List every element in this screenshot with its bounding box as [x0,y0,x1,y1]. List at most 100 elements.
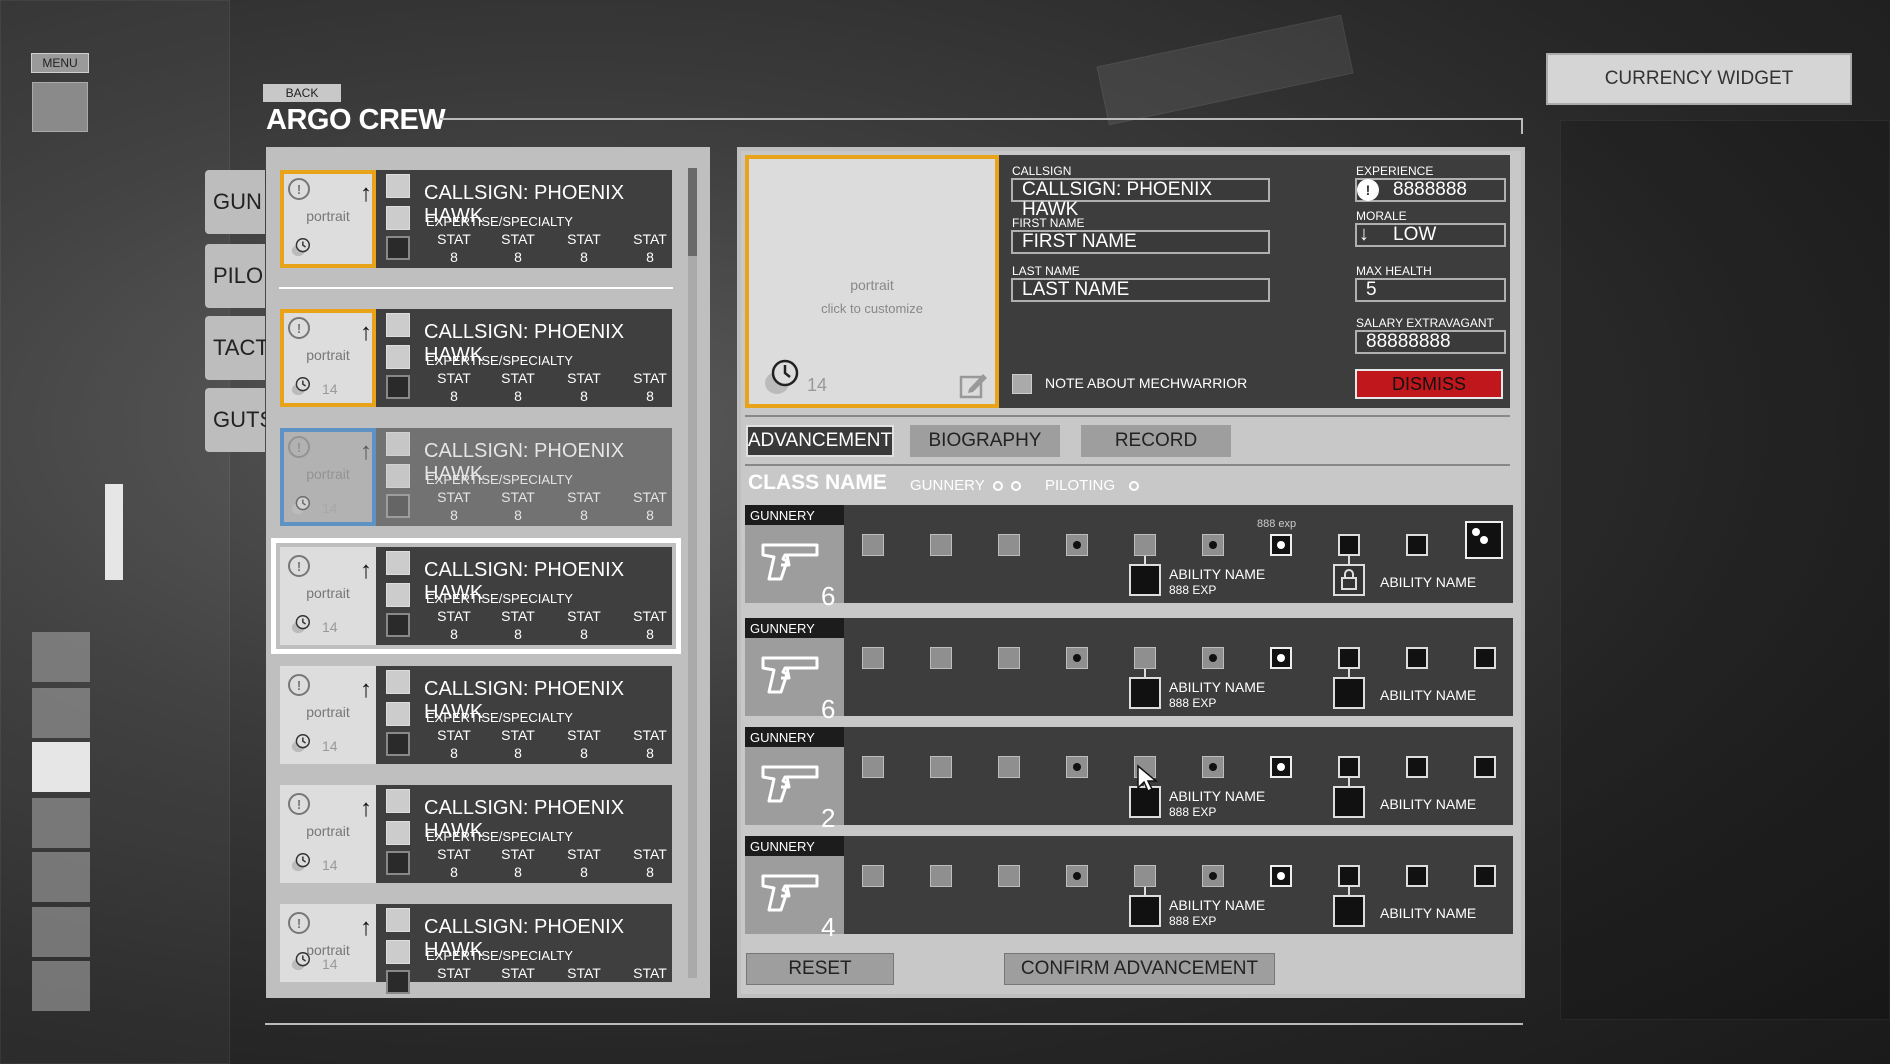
note-checkbox[interactable] [1012,374,1032,394]
side-slot-5[interactable] [32,852,90,902]
card-checkbox-3[interactable] [386,494,410,518]
ability-slot-2[interactable] [1333,677,1365,709]
skill-node[interactable] [862,534,884,556]
skill-node[interactable] [1134,534,1156,556]
card-checkbox-2[interactable] [386,345,410,369]
side-slot-7[interactable] [32,961,90,1011]
skill-node[interactable] [1134,647,1156,669]
crew-card[interactable]: ! portrait 14 ↑ CALLSIGN: PHOENIX HAWK E… [280,785,672,883]
skill-node[interactable] [1406,756,1428,778]
dismiss-button[interactable]: DISMISS [1355,369,1503,399]
side-slot-6[interactable] [32,907,90,957]
tab-guts[interactable]: GUTS [205,388,274,452]
skill-node[interactable] [1202,865,1224,887]
skill-node[interactable] [862,647,884,669]
skill-node[interactable] [1474,865,1496,887]
first-name-field[interactable]: FIRST NAME [1011,230,1270,254]
card-checkbox-2[interactable] [386,821,410,845]
skill-node[interactable] [930,534,952,556]
crew-portrait[interactable]: ! portrait 14 ↑ [280,904,376,982]
skill-node[interactable] [1066,756,1088,778]
card-checkbox-3[interactable] [386,851,410,875]
crew-portrait[interactable]: ! portrait 14 ↑ [280,309,376,407]
skill-node[interactable] [1270,756,1292,778]
skill-node[interactable] [1066,534,1088,556]
crew-portrait[interactable]: ! portrait ↑ [280,170,376,268]
side-slot-3[interactable] [32,742,90,792]
crew-card[interactable]: ! portrait ↑ CALLSIGN: PHOENIX HAWK EXPE… [280,170,672,268]
skill-node[interactable] [1202,534,1224,556]
tab-advancement[interactable]: ADVANCEMENT [746,425,894,457]
skill-node[interactable] [1474,756,1496,778]
ability-slot-1[interactable] [1129,677,1161,709]
skill-node[interactable] [1338,534,1360,556]
crew-portrait[interactable]: ! portrait 14 ↑ [280,666,376,764]
skill-node[interactable] [862,865,884,887]
card-checkbox-1[interactable] [386,174,410,198]
tab-piloting[interactable]: PILO [205,244,265,308]
crew-portrait[interactable]: ! portrait 14 ↑ [280,547,376,645]
skill-node[interactable] [998,534,1020,556]
skill-node[interactable] [1270,647,1292,669]
card-checkbox-3[interactable] [386,970,410,994]
card-checkbox-1[interactable] [386,670,410,694]
card-checkbox-2[interactable] [386,940,410,964]
card-checkbox-2[interactable] [386,464,410,488]
ability-slot-1[interactable] [1129,895,1161,927]
callsign-field[interactable]: CALLSIGN: PHOENIX HAWK [1011,178,1270,220]
menu-button[interactable]: MENU [31,53,89,73]
last-name-field[interactable]: LAST NAME [1011,278,1270,302]
skill-node[interactable] [1066,647,1088,669]
ability-slot-2[interactable] [1333,786,1365,818]
skill-node[interactable] [998,756,1020,778]
skill-node[interactable] [1202,756,1224,778]
skill-node[interactable] [1406,647,1428,669]
skill-node[interactable] [1202,647,1224,669]
card-checkbox-2[interactable] [386,583,410,607]
tab-tactics[interactable]: TACT [205,316,269,380]
crew-card[interactable]: ! portrait 14 ↑ CALLSIGN: PHOENIX HAWK E… [280,309,672,407]
crew-card[interactable]: ! portrait 14 ↑ CALLSIGN: PHOENIX HAWK E… [271,538,681,654]
skill-node[interactable] [998,865,1020,887]
card-checkbox-3[interactable] [386,236,410,260]
pilot-portrait[interactable]: portrait click to customize 14 [745,155,999,408]
skill-node[interactable] [930,756,952,778]
menu-slot[interactable] [32,82,88,132]
side-scrollbar[interactable] [105,484,123,580]
card-checkbox-1[interactable] [386,313,410,337]
side-slot-4[interactable] [32,798,90,848]
reset-button[interactable]: RESET [746,953,894,985]
crew-card[interactable]: ! portrait 14 ↑ CALLSIGN: PHOENIX HAWK E… [280,666,672,764]
card-checkbox-3[interactable] [386,613,410,637]
skill-node[interactable] [1406,865,1428,887]
skill-node[interactable] [998,647,1020,669]
crew-portrait[interactable]: ! portrait 14 ↑ [280,785,376,883]
skill-node[interactable] [1270,865,1292,887]
ability-slot-1[interactable] [1129,564,1161,596]
skill-node[interactable] [1134,865,1156,887]
skill-node[interactable] [1406,534,1428,556]
tab-record[interactable]: RECORD [1081,425,1231,457]
back-button[interactable]: BACK [263,84,341,102]
side-slot-2[interactable] [32,688,90,738]
skill-node[interactable] [1338,865,1360,887]
card-checkbox-1[interactable] [386,551,410,575]
tab-biography[interactable]: BIOGRAPHY [910,425,1060,457]
tab-gunnery[interactable]: GUN [205,170,265,234]
skill-node[interactable] [1338,756,1360,778]
card-checkbox-1[interactable] [386,789,410,813]
card-checkbox-1[interactable] [386,908,410,932]
crew-card[interactable]: ! portrait 14 ↑ CALLSIGN: PHOENIX HAWK E… [280,904,672,994]
card-checkbox-2[interactable] [386,702,410,726]
card-checkbox-2[interactable] [386,206,410,230]
skill-node[interactable] [1066,865,1088,887]
skill-node[interactable] [930,865,952,887]
skill-node[interactable] [1338,647,1360,669]
skill-node[interactable] [930,647,952,669]
skill-node[interactable] [862,756,884,778]
skill-node[interactable] [1465,521,1503,559]
card-checkbox-3[interactable] [386,732,410,756]
skill-node[interactable] [1474,647,1496,669]
crew-card[interactable]: ! portrait 14 ↑ CALLSIGN: PHOENIX HAWK E… [280,428,672,526]
crew-portrait[interactable]: ! portrait 14 ↑ [280,428,376,526]
